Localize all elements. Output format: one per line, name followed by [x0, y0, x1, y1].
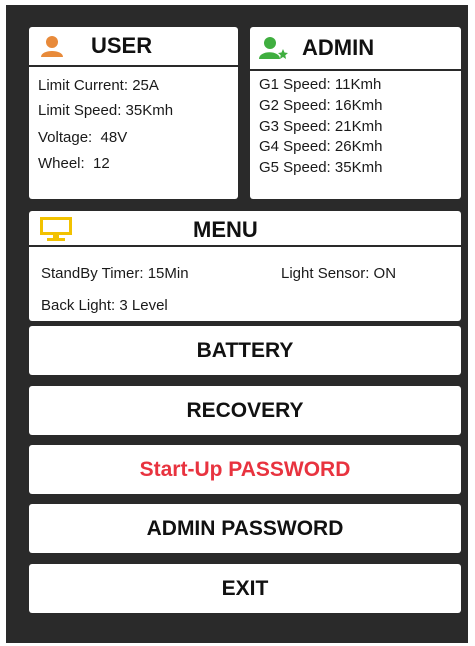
monitor-icon: [39, 216, 73, 242]
startup-password-button[interactable]: Start-Up PASSWORD: [29, 445, 461, 494]
battery-button[interactable]: BATTERY: [29, 326, 461, 375]
settings-screen: USER Limit Current: 25A Limit Speed: 35K…: [6, 5, 468, 643]
user-wheel: Wheel: 12: [38, 155, 110, 172]
menu-title: MENU: [193, 217, 258, 242]
user-voltage: Voltage: 48V: [38, 129, 128, 146]
admin-g3-speed: G3 Speed: 21Kmh: [259, 118, 383, 135]
admin-password-button[interactable]: ADMIN PASSWORD: [29, 504, 461, 553]
menu-panel: MENU StandBy Timer: 15Min Light Sensor: …: [29, 211, 461, 321]
admin-panel: ADMIN G1 Speed: 11Kmh G2 Speed: 16Kmh G3…: [250, 27, 461, 199]
exit-button[interactable]: EXIT: [29, 564, 461, 613]
admin-title: ADMIN: [302, 35, 375, 60]
user-limit-speed: Limit Speed: 35Kmh: [38, 102, 174, 119]
admin-g4-speed: G4 Speed: 26Kmh: [259, 138, 383, 155]
user-limit-current: Limit Current: 25A: [38, 77, 159, 94]
user-panel: USER Limit Current: 25A Limit Speed: 35K…: [29, 27, 238, 199]
admin-user-icon: [258, 36, 288, 60]
admin-panel-header: ADMIN: [250, 27, 461, 69]
user-icon: [39, 34, 65, 58]
admin-g5-speed: G5 Speed: 35Kmh: [259, 159, 383, 176]
menu-back-light[interactable]: Back Light: 3 Level: [41, 297, 168, 314]
menu-standby-timer[interactable]: StandBy Timer: 15Min: [41, 265, 189, 282]
user-panel-header: USER: [29, 27, 238, 65]
menu-panel-header: MENU: [29, 211, 461, 245]
menu-light-sensor[interactable]: Light Sensor: ON: [281, 265, 396, 282]
user-title: USER: [91, 33, 153, 58]
admin-g1-speed: G1 Speed: 11Kmh: [259, 76, 382, 93]
recovery-button[interactable]: RECOVERY: [29, 386, 461, 435]
admin-g2-speed: G2 Speed: 16Kmh: [259, 97, 383, 114]
